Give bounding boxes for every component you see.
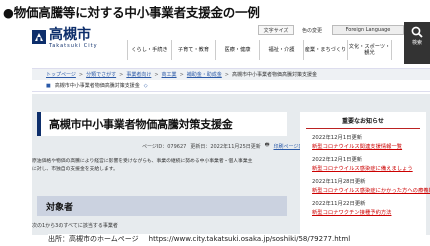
font-size-button[interactable]: 文字サイズ <box>258 25 294 35</box>
description-line: 原油価格や物価の高騰により経営に影響を受けながらも、事業の継続に努める中小事業者… <box>32 159 253 164</box>
print-icon[interactable]: 🖶 <box>265 142 270 150</box>
breadcrumb-item-business[interactable]: 事業者向け <box>126 71 151 78</box>
breadcrumb-item-top[interactable]: トップページ <box>46 71 76 78</box>
breadcrumb-item-commerce[interactable]: 商工業 <box>162 71 177 78</box>
notice-item: 2022年11月22日更新 新型コロナワクチン接種予約方法 <box>312 199 426 216</box>
pin-icon: ■ <box>46 82 51 89</box>
site-logo[interactable]: 高槻市 Takatsuki City <box>32 28 98 49</box>
search-icon <box>411 26 423 38</box>
current-location-bar: ■ 高槻市中小事業者物価高騰対策支援金 ◇ <box>32 80 430 92</box>
search-label: 検索 <box>411 40 422 46</box>
sidebar-title: 重要なお知らせ <box>342 118 384 125</box>
slide-title: ●物価高騰等に対する中小事業者支援金の一例 <box>3 5 260 20</box>
notice-date: 2022年12月1日更新 <box>312 135 363 141</box>
current-location-text: 高槻市中小事業者物価高騰対策支援金 <box>54 83 140 89</box>
notice-link[interactable]: 新型コロナウイルス関連支援情報一覧 <box>312 142 426 150</box>
source-url: https://www.city.takatsuki.osaka.jp/sosh… <box>148 235 351 243</box>
global-nav: くらし・手続き 子育て・教育 医療・健康 福祉・介護 産業・まちづくり 文化・ス… <box>127 40 392 60</box>
main-content: 高槻市中小事業者物価高騰対策支援金 ページID：079627 更新日：2022年… <box>32 102 308 235</box>
page-title: 高槻市中小事業者物価高騰対策支援金 <box>37 112 287 136</box>
page-meta: ページID：079627 更新日：2022年11月25日更新 🖶 印刷ページ表示 <box>142 142 312 150</box>
browser-frame: 高槻市 Takatsuki City 文字サイズ 色の変更 Foreign La… <box>32 20 430 235</box>
notice-link[interactable]: 新型コロナワクチン接種予約方法 <box>312 208 426 216</box>
gnav-item-childcare[interactable]: 子育て・教育 <box>172 40 216 60</box>
breadcrumb: トップページ > 分類でさがす > 事業者向け > 商工業 > 補助金・助成金 … <box>32 68 430 80</box>
foreign-language-button[interactable]: Foreign Language <box>332 25 404 35</box>
color-change-button[interactable]: 色の変更 <box>298 25 326 35</box>
sidebar-divider <box>306 128 420 129</box>
breadcrumb-separator: > <box>154 71 159 78</box>
source-label: 出所：高槻市のホームページ <box>48 235 139 243</box>
notice-item: 2022年12月1日更新 新型コロナウイルス関連支援情報一覧 <box>312 133 426 150</box>
important-notices-panel: 重要なお知らせ 2022年12月1日更新 新型コロナウイルス関連支援情報一覧 2… <box>300 112 430 235</box>
breadcrumb-separator: > <box>78 71 84 78</box>
breadcrumb-separator: > <box>119 71 124 78</box>
current-page-icon: ◇ <box>143 82 148 89</box>
updated-date: 更新日：2022年11月25日更新 <box>190 143 261 150</box>
section-heading-target: 対象者 <box>37 196 287 216</box>
notice-date: 2022年11月22日更新 <box>312 201 366 207</box>
gnav-item-culture[interactable]: 文化・スポーツ・観光 <box>348 40 392 60</box>
breadcrumb-separator: > <box>224 71 229 78</box>
logo-title: 高槻市 <box>49 27 91 43</box>
description: 原油価格や物価の高騰により経営に影響を受けながらも、事業の継続に努める中小事業者… <box>32 158 290 174</box>
breadcrumb-separator: > <box>179 71 184 78</box>
notice-date: 2022年11月28日更新 <box>312 179 366 185</box>
gnav-item-health[interactable]: 医療・健康 <box>216 40 260 60</box>
gnav-item-welfare[interactable]: 福祉・介護 <box>260 40 304 60</box>
notice-item: 2022年11月28日更新 新型コロナウイルス感染症にかかった方への療養期間 <box>312 177 430 194</box>
breadcrumb-current: 高槻市中小事業者物価高騰対策支援金 <box>231 72 317 78</box>
gnav-item-industry[interactable]: 産業・まちづくり <box>304 40 348 60</box>
notice-link[interactable]: 新型コロナウイルス感染症に備えましょう <box>312 164 426 172</box>
source-caption: 出所：高槻市のホームページ https://www.city.takatsuki.… <box>48 234 351 244</box>
notice-item: 2022年12月1日更新 新型コロナウイルス感染症に備えましょう <box>312 155 426 172</box>
description-line: に対し、市独自の支援金を支給します。 <box>32 167 118 173</box>
site-header: 高槻市 Takatsuki City 文字サイズ 色の変更 Foreign La… <box>32 20 430 68</box>
notice-date: 2022年12月1日更新 <box>312 157 363 163</box>
logo-subtitle: Takatsuki City <box>49 43 98 49</box>
page-id: ページID：079627 <box>142 143 187 150</box>
notice-link[interactable]: 新型コロナウイルス感染症にかかった方への療養期間 <box>312 186 430 194</box>
search-button[interactable]: 検索 <box>404 22 430 64</box>
breadcrumb-item-subsidy[interactable]: 補助金・助成金 <box>187 71 222 78</box>
gnav-item-living[interactable]: くらし・手続き <box>128 40 172 60</box>
logo-mark-icon <box>32 30 46 44</box>
breadcrumb-item-category[interactable]: 分類でさがす <box>86 71 116 78</box>
target-description: 次の1から3のすべてに該当する事業者 <box>32 223 118 229</box>
